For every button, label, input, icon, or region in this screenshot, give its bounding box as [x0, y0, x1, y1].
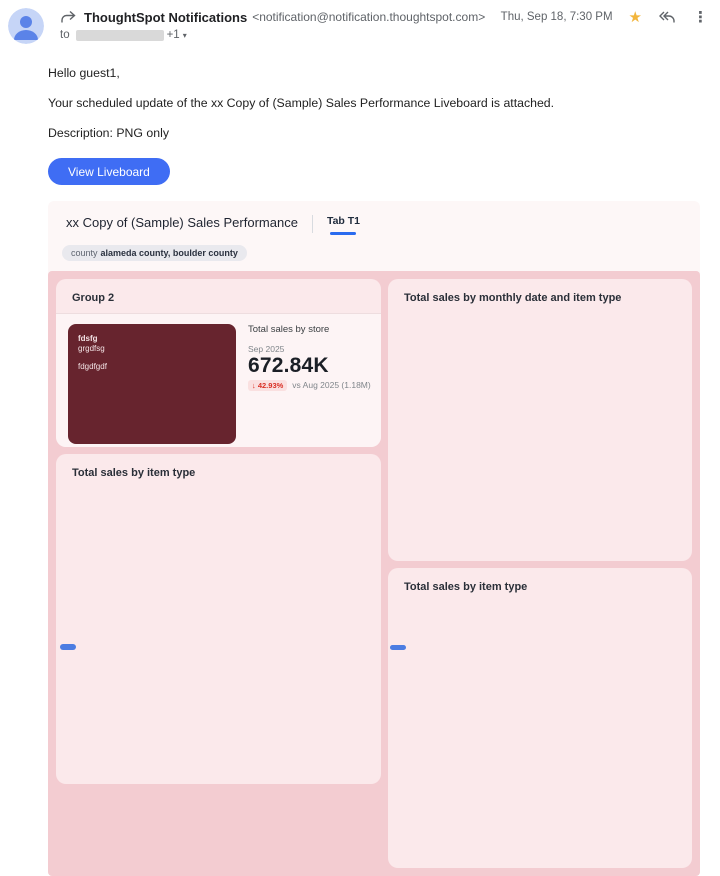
line-chart-legend	[602, 313, 676, 561]
liveboard-title: xx Copy of (Sample) Sales Performance	[66, 215, 298, 230]
sender-address: <notification@notification.thoughtspot.c…	[252, 10, 486, 24]
line-chart-card: Total sales by monthly date and item typ…	[388, 278, 692, 561]
email-view: ThoughtSpot Notifications <notification@…	[0, 0, 720, 876]
kpi-change-badge: ↓ 42.93%	[248, 379, 288, 391]
clipped-chart-element-left	[60, 644, 76, 650]
kpi-period: Sep 2025	[248, 343, 285, 354]
reply-all-icon[interactable]	[658, 10, 675, 24]
clipped-chart-element-right	[390, 645, 406, 650]
title-divider	[311, 215, 313, 233]
liveboard-snapshot: xx Copy of (Sample) Sales Performance Ta…	[48, 201, 700, 876]
line-chart	[398, 313, 602, 561]
kpi-tile: Total sales by store Sep 2025 672.84K ↓ …	[248, 323, 371, 444]
more-icon[interactable]: ⋮	[689, 8, 712, 26]
body-line: Your scheduled update of the xx Copy of …	[48, 96, 555, 110]
bar-chart-title: Total sales by item type	[404, 580, 528, 593]
note-line-1: fdsfg	[78, 333, 98, 343]
star-icon[interactable]: ★	[629, 8, 642, 26]
tab-active-underline	[330, 232, 357, 235]
email-header: ThoughtSpot Notifications <notification@…	[0, 0, 720, 44]
liveboard-canvas: Group 2 fdsfg grgdfsg fdgdfgdf Total sal…	[48, 270, 700, 876]
note-line-3: fdgdfgdf	[78, 362, 107, 372]
group-2-card: Group 2 fdsfg grgdfsg fdgdfgdf Total sal…	[56, 278, 381, 447]
group-title: Group 2	[56, 279, 381, 314]
avatar[interactable]	[8, 8, 44, 44]
email-date: Thu, Sep 18, 7:30 PM	[500, 11, 613, 23]
kpi-comparison: vs Aug 2025 (1.18M)	[292, 380, 371, 390]
description-line: Description: PNG only	[48, 126, 169, 140]
kpi-title: Total sales by store	[248, 323, 330, 335]
line-chart-title: Total sales by monthly date and item typ…	[404, 291, 622, 304]
note-line-2: grgdfsg	[78, 343, 105, 353]
tab-t1[interactable]: Tab T1	[327, 215, 360, 235]
kpi-value: 672.84K	[248, 353, 329, 377]
filter-chip-key: county	[71, 247, 98, 258]
note-tile: fdsfg grgdfsg fdgdfgdf	[68, 323, 236, 444]
bar-chart-card: Total sales by item type	[388, 567, 692, 868]
tab-label: Tab T1	[326, 215, 360, 227]
recipients-caret-icon[interactable]: ▾	[183, 31, 187, 40]
donut-chart-title: Total sales by item type	[72, 466, 196, 479]
bar-chart	[398, 602, 680, 862]
kpi-sparkline-chart	[248, 394, 381, 440]
filter-chip-value: alameda county, boulder county	[100, 247, 238, 258]
to-label: to	[60, 29, 70, 41]
email-body: Hello guest1, Your scheduled update of t…	[0, 44, 720, 185]
donut-chart-card: Total sales by item type	[56, 453, 381, 784]
recipients-more: +1	[166, 29, 180, 41]
donut-chart	[68, 488, 369, 784]
redacted-recipient	[75, 29, 164, 41]
county-filter-chip[interactable]: county alameda county, boulder county	[62, 244, 247, 261]
view-liveboard-button[interactable]: View Liveboard	[48, 158, 170, 185]
sender-name: ThoughtSpot Notifications	[84, 9, 248, 25]
greeting: Hello guest1,	[48, 66, 120, 80]
forwarded-icon	[60, 10, 76, 24]
